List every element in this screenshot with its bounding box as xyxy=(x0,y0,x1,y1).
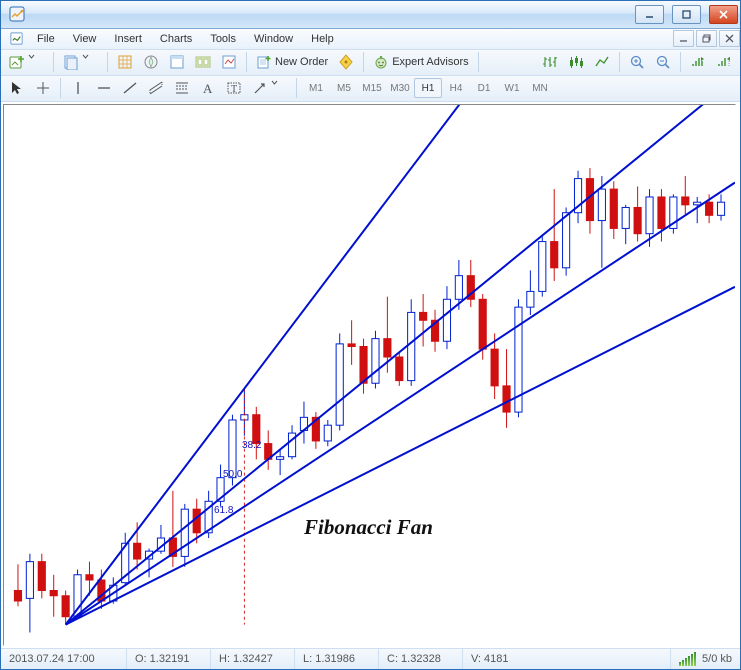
status-net-label: 5/0 kb xyxy=(702,653,732,665)
text-label-button[interactable]: T xyxy=(222,77,246,99)
timeframe-m1[interactable]: M1 xyxy=(302,78,330,98)
timeframe-h4[interactable]: H4 xyxy=(442,78,470,98)
fib-label-382: 38.2 xyxy=(242,440,261,451)
chevron-down-icon xyxy=(271,80,287,96)
separator xyxy=(478,52,479,72)
separator xyxy=(680,52,681,72)
profiles-button[interactable] xyxy=(59,51,102,73)
candlestick-button[interactable] xyxy=(564,51,588,73)
zoom-out-button[interactable] xyxy=(651,51,675,73)
bar-chart-button[interactable] xyxy=(538,51,562,73)
status-datetime: 2013.07.24 17:00 xyxy=(1,649,127,669)
chart-shift-button[interactable] xyxy=(712,51,736,73)
app-window: File View Insert Charts Tools Window Hel… xyxy=(0,0,741,670)
minimize-button[interactable] xyxy=(635,5,664,24)
close-button[interactable] xyxy=(709,5,738,24)
status-close: C: 1.32328 xyxy=(379,649,463,669)
navigator-button[interactable] xyxy=(139,51,163,73)
expert-advisors-button[interactable]: Expert Advisors xyxy=(369,51,472,73)
channel-button[interactable] xyxy=(144,77,168,99)
line-chart-button[interactable] xyxy=(590,51,614,73)
separator xyxy=(246,52,247,72)
menu-window[interactable]: Window xyxy=(245,31,302,47)
metaquotes-button[interactable] xyxy=(334,51,358,73)
app-icon xyxy=(9,6,25,22)
fib-label-500: 50.0 xyxy=(223,469,242,480)
strategy-tester-button[interactable] xyxy=(217,51,241,73)
chevron-down-icon xyxy=(82,54,98,70)
separator xyxy=(619,52,620,72)
new-order-button[interactable]: New Order xyxy=(252,51,332,73)
text-button[interactable]: A xyxy=(196,77,220,99)
horizontal-line-button[interactable] xyxy=(92,77,116,99)
maximize-button[interactable] xyxy=(672,5,701,24)
separator xyxy=(107,52,108,72)
status-volume: V: 4181 xyxy=(463,649,671,669)
crosshair-button[interactable] xyxy=(31,77,55,99)
menu-file[interactable]: File xyxy=(28,31,64,47)
fib-label-618: 61.8 xyxy=(214,505,233,516)
timeframe-w1[interactable]: W1 xyxy=(498,78,526,98)
svg-text:T: T xyxy=(231,84,237,95)
trendline-button[interactable] xyxy=(118,77,142,99)
new-order-label: New Order xyxy=(275,56,328,68)
menu-tools[interactable]: Tools xyxy=(201,31,245,47)
expert-advisors-label: Expert Advisors xyxy=(392,56,468,68)
market-watch-button[interactable] xyxy=(113,51,137,73)
menu-view[interactable]: View xyxy=(64,31,106,47)
timeframe-m30[interactable]: M30 xyxy=(386,78,414,98)
chart-area[interactable]: 38.2 50.0 61.8 Fibonacci Fan xyxy=(3,104,736,647)
separator xyxy=(53,52,54,72)
data-window-button[interactable] xyxy=(165,51,189,73)
status-low: L: 1.31986 xyxy=(295,649,379,669)
timeframe-d1[interactable]: D1 xyxy=(470,78,498,98)
menu-charts[interactable]: Charts xyxy=(151,31,201,47)
zoom-in-button[interactable] xyxy=(625,51,649,73)
timeframe-m15[interactable]: M15 xyxy=(358,78,386,98)
toolbar-objects: A T M1M5M15M30H1H4D1W1MN xyxy=(1,76,740,102)
mdi-restore-button[interactable] xyxy=(696,30,717,47)
status-open: O: 1.32191 xyxy=(127,649,211,669)
timeframe-m5[interactable]: M5 xyxy=(330,78,358,98)
signal-bars-icon xyxy=(679,652,696,666)
separator xyxy=(60,78,61,98)
titlebar xyxy=(1,1,740,29)
arrows-button[interactable] xyxy=(248,77,291,99)
timeframe-h1[interactable]: H1 xyxy=(414,78,442,98)
chevron-down-icon xyxy=(28,54,44,70)
auto-scroll-button[interactable] xyxy=(686,51,710,73)
status-network: 5/0 kb xyxy=(671,649,740,669)
menu-insert[interactable]: Insert xyxy=(105,31,151,47)
new-chart-button[interactable] xyxy=(5,51,48,73)
doc-icon xyxy=(9,31,24,46)
terminal-button[interactable] xyxy=(191,51,215,73)
menubar: File View Insert Charts Tools Window Hel… xyxy=(1,29,740,50)
toolbar-main: New Order Expert Advisors xyxy=(1,50,740,76)
timeframe-mn[interactable]: MN xyxy=(526,78,554,98)
separator xyxy=(296,78,297,98)
status-high: H: 1.32427 xyxy=(211,649,295,669)
vertical-line-button[interactable] xyxy=(66,77,90,99)
svg-text:A: A xyxy=(203,81,213,96)
mdi-close-button[interactable] xyxy=(719,30,740,47)
timeframe-group: M1M5M15M30H1H4D1W1MN xyxy=(302,78,554,98)
menu-help[interactable]: Help xyxy=(302,31,343,47)
chart-canvas xyxy=(4,105,735,646)
statusbar: 2013.07.24 17:00 O: 1.32191 H: 1.32427 L… xyxy=(1,648,740,669)
mdi-minimize-button[interactable] xyxy=(673,30,694,47)
annotation-text: Fibonacci Fan xyxy=(304,515,433,540)
separator xyxy=(363,52,364,72)
fibonacci-button[interactable] xyxy=(170,77,194,99)
cursor-button[interactable] xyxy=(5,77,29,99)
